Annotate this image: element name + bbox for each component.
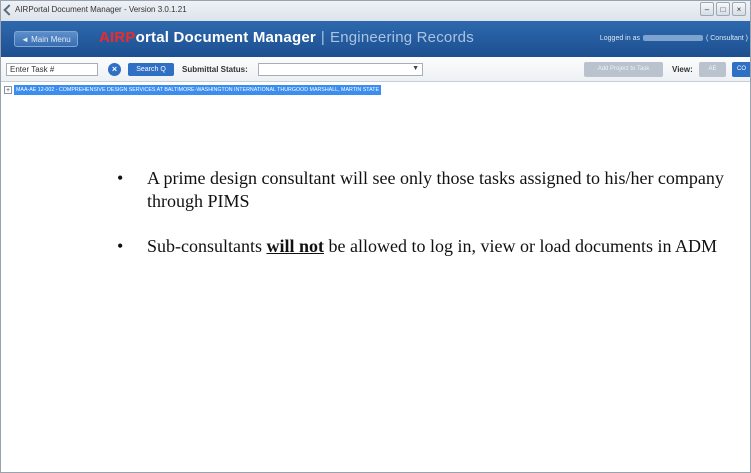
chevron-down-icon: ▼ [412,65,419,72]
view-co-button[interactable]: CO [732,62,750,77]
app-title-brand: AIRP [99,29,136,46]
tree-item-label[interactable]: MAA-AE 12-002 - COMPREHENSIVE DESIGN SER… [14,84,381,95]
main-menu-button[interactable]: ◄ Main Menu [14,31,78,47]
app-header: ◄ Main Menu AIRPortal Document Manager | E… [1,21,750,57]
app-title-main: ortal Document Manager [135,29,316,46]
app-icon [3,4,15,16]
view-ae-button[interactable]: AE [699,62,726,77]
app-window: AIRPortal Document Manager - Version 3.0… [0,0,751,473]
submittal-status-label: Submittal Status: [182,65,248,74]
submittal-status-select[interactable]: ▼ [258,63,423,76]
bullet-text-after: be allowed to log in, view or load docum… [324,236,717,256]
clear-icon[interactable]: × [108,63,121,76]
bullet-dot: • [117,168,124,188]
logged-in-prefix: Logged in as [599,35,640,42]
add-project-to-task-button[interactable]: Add Project to Task [584,62,663,77]
bullet-text-emphasis: will not [266,236,325,256]
search-button[interactable]: Search Q [128,63,174,76]
info-bullets: • A prime design consultant will see onl… [117,167,727,280]
expand-icon[interactable]: + [4,85,12,94]
minimize-button[interactable]: – [700,2,714,16]
task-number-input[interactable]: Enter Task # [6,63,98,76]
bullet-text-before: Sub-consultants [147,236,267,256]
window-controls: – □ × [700,2,746,16]
close-button[interactable]: × [732,2,746,16]
logged-in-role: ( Consultant ) [705,35,748,42]
app-title: AIRPortal Document Manager | Engineering R… [99,29,474,46]
logged-in-status: Logged in as ( Consultant ) [600,35,748,42]
bullet-text: A prime design consultant will see only … [147,168,724,211]
toolbar: Enter Task # × Search Q Submittal Status… [1,57,750,82]
bullet-item: • Sub-consultants will not be allowed to… [117,235,727,258]
maximize-button[interactable]: □ [716,2,730,16]
app-title-sub: Engineering Records [330,29,474,46]
tree-item-row[interactable]: + MAA-AE 12-002 - COMPREHENSIVE DESIGN SE… [4,81,381,95]
bullet-item: • A prime design consultant will see onl… [117,167,727,213]
view-label: View: [672,65,693,74]
window-title: AIRPortal Document Manager - Version 3.0… [15,5,187,14]
app-title-divider: | [320,29,326,46]
bullet-dot: • [117,236,124,256]
window-title-bar: AIRPortal Document Manager - Version 3.0… [1,1,750,22]
redacted-username [642,35,703,42]
